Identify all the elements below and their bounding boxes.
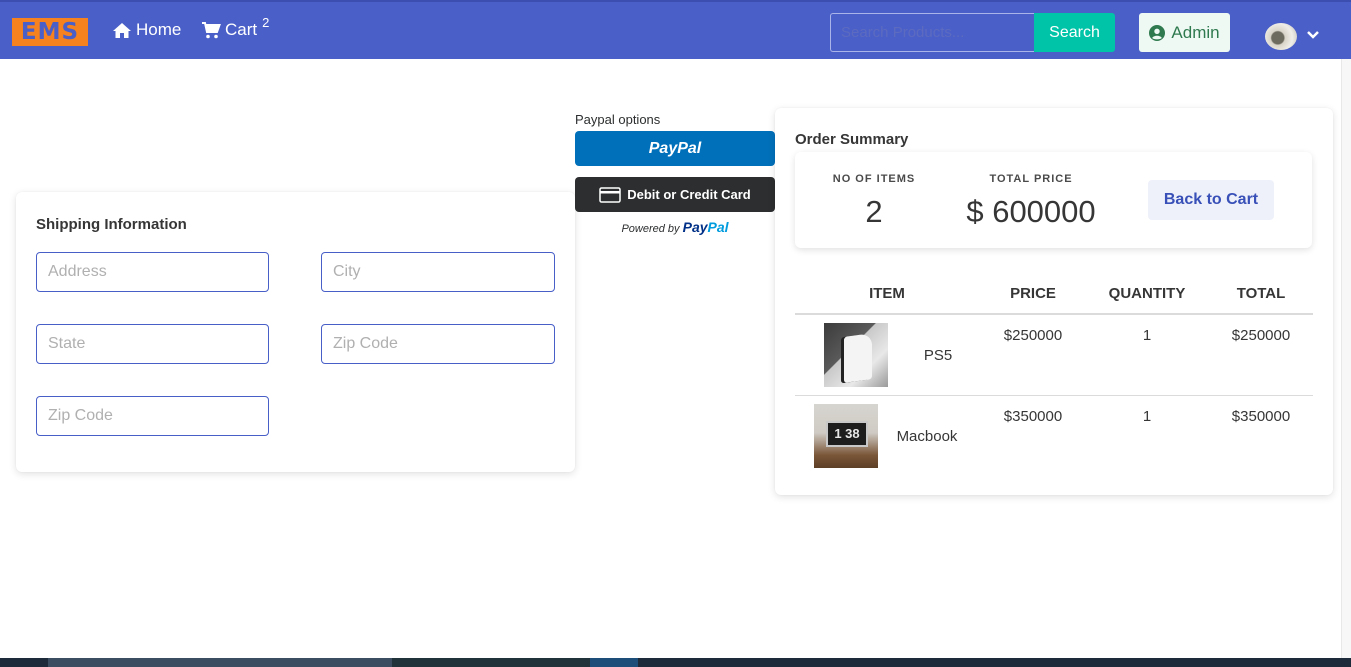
row-price: $250000	[1003, 327, 1063, 344]
ems-logo[interactable]: EMS	[12, 18, 88, 46]
city-field[interactable]	[321, 252, 555, 292]
order-summary-card: Order Summary NO OF ITEMS 2 TOTAL PRICE …	[775, 108, 1333, 495]
taskbar-segment	[392, 658, 592, 667]
macbook-screen-clock: 1 38	[826, 421, 868, 447]
admin-button[interactable]: Admin	[1139, 13, 1230, 52]
nav-cart-link[interactable]: Cart 2	[202, 15, 269, 40]
summary-box: NO OF ITEMS 2 TOTAL PRICE $ 600000 Back …	[795, 152, 1312, 248]
search-input[interactable]	[830, 13, 1036, 52]
paypal-button[interactable]: PayPal	[575, 131, 775, 166]
product-thumbnail-ps5	[824, 323, 888, 387]
row-item-name: PS5	[923, 347, 953, 364]
items-count-value: 2	[865, 194, 883, 229]
column-header-quantity: QUANTITY	[1108, 285, 1186, 302]
user-circle-icon	[1149, 24, 1166, 41]
search-button[interactable]: Search	[1034, 13, 1115, 52]
back-to-cart-button[interactable]: Back to Cart	[1148, 180, 1274, 220]
shipping-title: Shipping Information	[36, 216, 187, 233]
table-row-divider	[795, 395, 1313, 396]
column-header-price: PRICE	[1010, 285, 1056, 302]
column-header-total: TOTAL	[1236, 285, 1286, 302]
card-button-label: Debit or Credit Card	[627, 187, 751, 202]
credit-card-icon	[599, 186, 621, 203]
ps5-console-image	[844, 333, 872, 383]
zip-code-field[interactable]	[321, 324, 555, 364]
row-total: $250000	[1231, 327, 1291, 344]
address-field[interactable]	[36, 252, 269, 292]
table-header-divider	[795, 313, 1313, 315]
paypal-wordmark-pal: Pal	[707, 219, 729, 235]
chevron-down-icon[interactable]	[1306, 30, 1320, 40]
column-header-item: ITEM	[869, 285, 905, 302]
powered-by-paypal: Powered by PayPal	[575, 219, 775, 235]
home-icon	[113, 22, 131, 38]
row-item-name: Macbook	[896, 428, 958, 445]
paypal-wordmark-pay: Pay	[682, 219, 708, 235]
order-summary-title: Order Summary	[795, 131, 909, 148]
row-price: $350000	[1003, 408, 1063, 425]
user-avatar[interactable]	[1265, 23, 1297, 50]
taskbar-active-app[interactable]	[590, 658, 638, 667]
nav-home-link[interactable]: Home	[112, 20, 181, 40]
zip-code-field-2[interactable]	[36, 396, 269, 436]
cart-icon	[202, 21, 221, 38]
page-scrollbar[interactable]	[1341, 59, 1351, 658]
debit-credit-card-button[interactable]: Debit or Credit Card	[575, 177, 775, 212]
row-quantity: 1	[1142, 327, 1152, 344]
shipping-card: Shipping Information	[16, 192, 575, 472]
cart-count-badge: 2	[262, 14, 270, 30]
paypal-wordmark: PayPal	[683, 219, 729, 235]
row-total: $350000	[1231, 408, 1291, 425]
row-quantity: 1	[1142, 408, 1152, 425]
nav-home-label: Home	[136, 20, 182, 39]
top-navbar: EMS Home Cart2 Search Admin	[0, 0, 1351, 59]
powered-by-text: Powered by	[621, 223, 680, 235]
product-thumbnail-macbook: 1 38	[814, 404, 878, 468]
total-price-value: $ 600000	[966, 194, 1096, 229]
paypal-options-label: Paypal options	[575, 112, 661, 127]
items-count-label: NO OF ITEMS	[832, 173, 916, 185]
state-field[interactable]	[36, 324, 269, 364]
admin-label: Admin	[1171, 22, 1220, 42]
os-taskbar	[0, 658, 1351, 667]
total-price-label: TOTAL PRICE	[989, 173, 1073, 185]
taskbar-window-segment[interactable]	[48, 658, 392, 667]
nav-cart-label: Cart	[225, 20, 258, 39]
